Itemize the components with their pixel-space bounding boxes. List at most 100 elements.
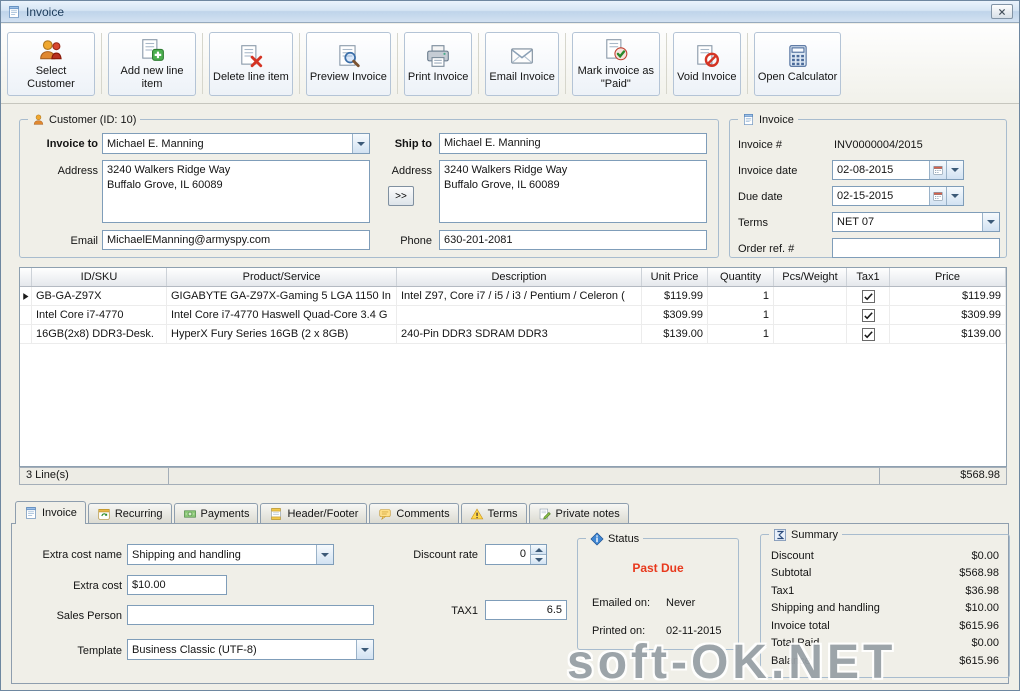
column-header[interactable]: Unit Price <box>642 268 708 286</box>
table-row[interactable]: GB-GA-Z97X GIGABYTE GA-Z97X-Gaming 5 LGA … <box>20 287 1006 306</box>
tax1-label: TAX1 <box>451 605 478 617</box>
sigma-icon <box>773 528 787 542</box>
sales-person-input[interactable] <box>127 605 374 625</box>
chevron-down-icon[interactable] <box>946 187 963 205</box>
invoice-to-select[interactable]: Michael E. Manning <box>102 133 370 154</box>
shipping-address-label: Address <box>391 165 432 177</box>
column-header[interactable]: Product/Service <box>167 268 397 286</box>
cell-unit: $139.00 <box>642 325 708 343</box>
calendar-icon[interactable] <box>929 161 946 179</box>
tax1-cell[interactable] <box>847 287 890 305</box>
table-statusbar: 3 Line(s) $568.98 <box>19 467 1007 485</box>
close-button[interactable] <box>991 4 1013 19</box>
spinner-buttons[interactable] <box>530 545 546 564</box>
invoice-group-title: Invoice <box>759 113 794 126</box>
template-select[interactable]: Business Classic (UTF-8) <box>127 639 374 660</box>
add-line-icon <box>139 37 165 63</box>
tax1-checkbox[interactable] <box>861 308 875 322</box>
table-row[interactable]: Intel Core i7-4770 Intel Core i7-4770 Has… <box>20 306 1006 325</box>
email-icon <box>509 43 535 69</box>
toolbar-button-label: Email Invoice <box>489 71 555 84</box>
tax1-checkbox[interactable] <box>861 289 875 303</box>
tab-payments[interactable]: Payments <box>173 503 259 523</box>
chevron-down-icon[interactable] <box>982 213 999 231</box>
summary-row: Tax1 $36.98 <box>771 582 999 600</box>
line-count: 3 Line(s) <box>19 467 169 485</box>
summary-group-legend: Summary <box>769 527 843 542</box>
form-blue-icon <box>24 506 38 520</box>
close-icon <box>998 8 1006 16</box>
column-header[interactable]: Price <box>890 268 1006 286</box>
calendar-icon[interactable] <box>929 187 946 205</box>
email-label: Email <box>70 235 98 247</box>
column-header[interactable]: Pcs/Weight <box>774 268 847 286</box>
summary-label: Discount <box>771 549 814 562</box>
chevron-down-icon[interactable] <box>946 161 963 179</box>
tax1-checkbox[interactable] <box>861 327 875 341</box>
email-button[interactable]: Email Invoice <box>485 31 559 96</box>
extra-cost-input[interactable]: $10.00 <box>127 575 227 595</box>
titlebar[interactable]: Invoice <box>1 1 1019 23</box>
column-header[interactable] <box>20 268 32 286</box>
due-date-field[interactable]: 02-15-2015 <box>832 186 964 206</box>
void-button[interactable]: Void Invoice <box>672 31 741 96</box>
extra-cost-name-value: Shipping and handling <box>132 548 241 561</box>
summary-value: $0.00 <box>971 637 999 650</box>
ship-to-input[interactable]: Michael E. Manning <box>439 133 707 154</box>
cell-pcs <box>774 306 847 324</box>
status-group-legend: Status <box>586 531 644 546</box>
void-icon <box>694 43 720 69</box>
calculator-button[interactable]: Open Calculator <box>753 31 842 96</box>
preview-button[interactable]: Preview Invoice <box>305 31 391 96</box>
invoice-number-value: INV0000004/2015 <box>834 139 923 151</box>
line-items-table[interactable]: ID/SKU Product/Service Description Unit Pri… <box>19 267 1007 467</box>
column-header[interactable]: ID/SKU <box>32 268 167 286</box>
spinner-up-icon[interactable] <box>531 545 546 554</box>
summary-value: $36.98 <box>965 584 999 597</box>
summary-label: Subtotal <box>771 567 812 580</box>
tax1-cell[interactable] <box>847 325 890 343</box>
toolbar-separator <box>665 33 667 94</box>
cell-sku: GB-GA-Z97X <box>32 287 167 305</box>
tax1-input[interactable]: 6.5 <box>485 600 567 620</box>
tax1-cell[interactable] <box>847 306 890 324</box>
summary-value: $615.96 <box>959 619 999 632</box>
phone-input[interactable]: 630-201-2081 <box>439 230 707 250</box>
terms-select[interactable]: NET 07 <box>832 212 1000 232</box>
toolbar-button-label: Print Invoice <box>407 71 469 84</box>
spinner-down-icon[interactable] <box>531 554 546 564</box>
extra-cost-name-select[interactable]: Shipping and handling <box>127 544 334 565</box>
email-input[interactable]: MichaelEManning@armyspy.com <box>102 230 370 250</box>
print-button[interactable]: Print Invoice <box>403 31 473 96</box>
discount-rate-spinner[interactable]: 0 <box>485 544 547 565</box>
billing-address-input[interactable]: 3240 Walkers Ridge Way Buffalo Grove, IL… <box>102 160 370 223</box>
chevron-down-icon[interactable] <box>316 545 333 564</box>
order-ref-input[interactable] <box>832 238 1000 258</box>
select-customer-button[interactable]: Select Customer <box>7 31 95 96</box>
cell-pcs <box>774 325 847 343</box>
shipping-address-input[interactable]: 3240 Walkers Ridge Way Buffalo Grove, IL… <box>439 160 707 223</box>
column-header[interactable]: Description <box>397 268 642 286</box>
chevron-down-icon[interactable] <box>356 640 373 659</box>
table-row[interactable]: 16GB(2x8) DDR3-Desk. HyperX Fury Series 1… <box>20 325 1006 344</box>
summary-value: $0.00 <box>971 549 999 562</box>
invoice-date-field[interactable]: 02-08-2015 <box>832 160 964 180</box>
tab-invoice[interactable]: Invoice <box>15 501 86 524</box>
tab-terms[interactable]: Terms <box>460 503 527 523</box>
delete-line-button[interactable]: Delete line item <box>209 31 293 96</box>
tab-private-notes[interactable]: Private notes <box>528 503 629 523</box>
comments-icon <box>378 507 392 521</box>
copy-address-button[interactable]: >> <box>388 186 414 206</box>
add-line-button[interactable]: Add new line item <box>108 31 196 96</box>
template-value: Business Classic (UTF-8) <box>132 643 257 656</box>
column-header[interactable]: Quantity <box>708 268 774 286</box>
tab-comments[interactable]: Comments <box>369 503 459 523</box>
tab-header-footer[interactable]: Header/Footer <box>260 503 368 523</box>
status-state: Past Due <box>632 561 684 575</box>
cell-sku: 16GB(2x8) DDR3-Desk. <box>32 325 167 343</box>
due-date-value: 02-15-2015 <box>837 190 894 202</box>
mark-paid-button[interactable]: Mark invoice as "Paid" <box>571 31 660 96</box>
column-header[interactable]: Tax1 <box>847 268 890 286</box>
summary-row: Discount $0.00 <box>771 547 999 565</box>
tab-recurring[interactable]: Recurring <box>87 503 172 523</box>
